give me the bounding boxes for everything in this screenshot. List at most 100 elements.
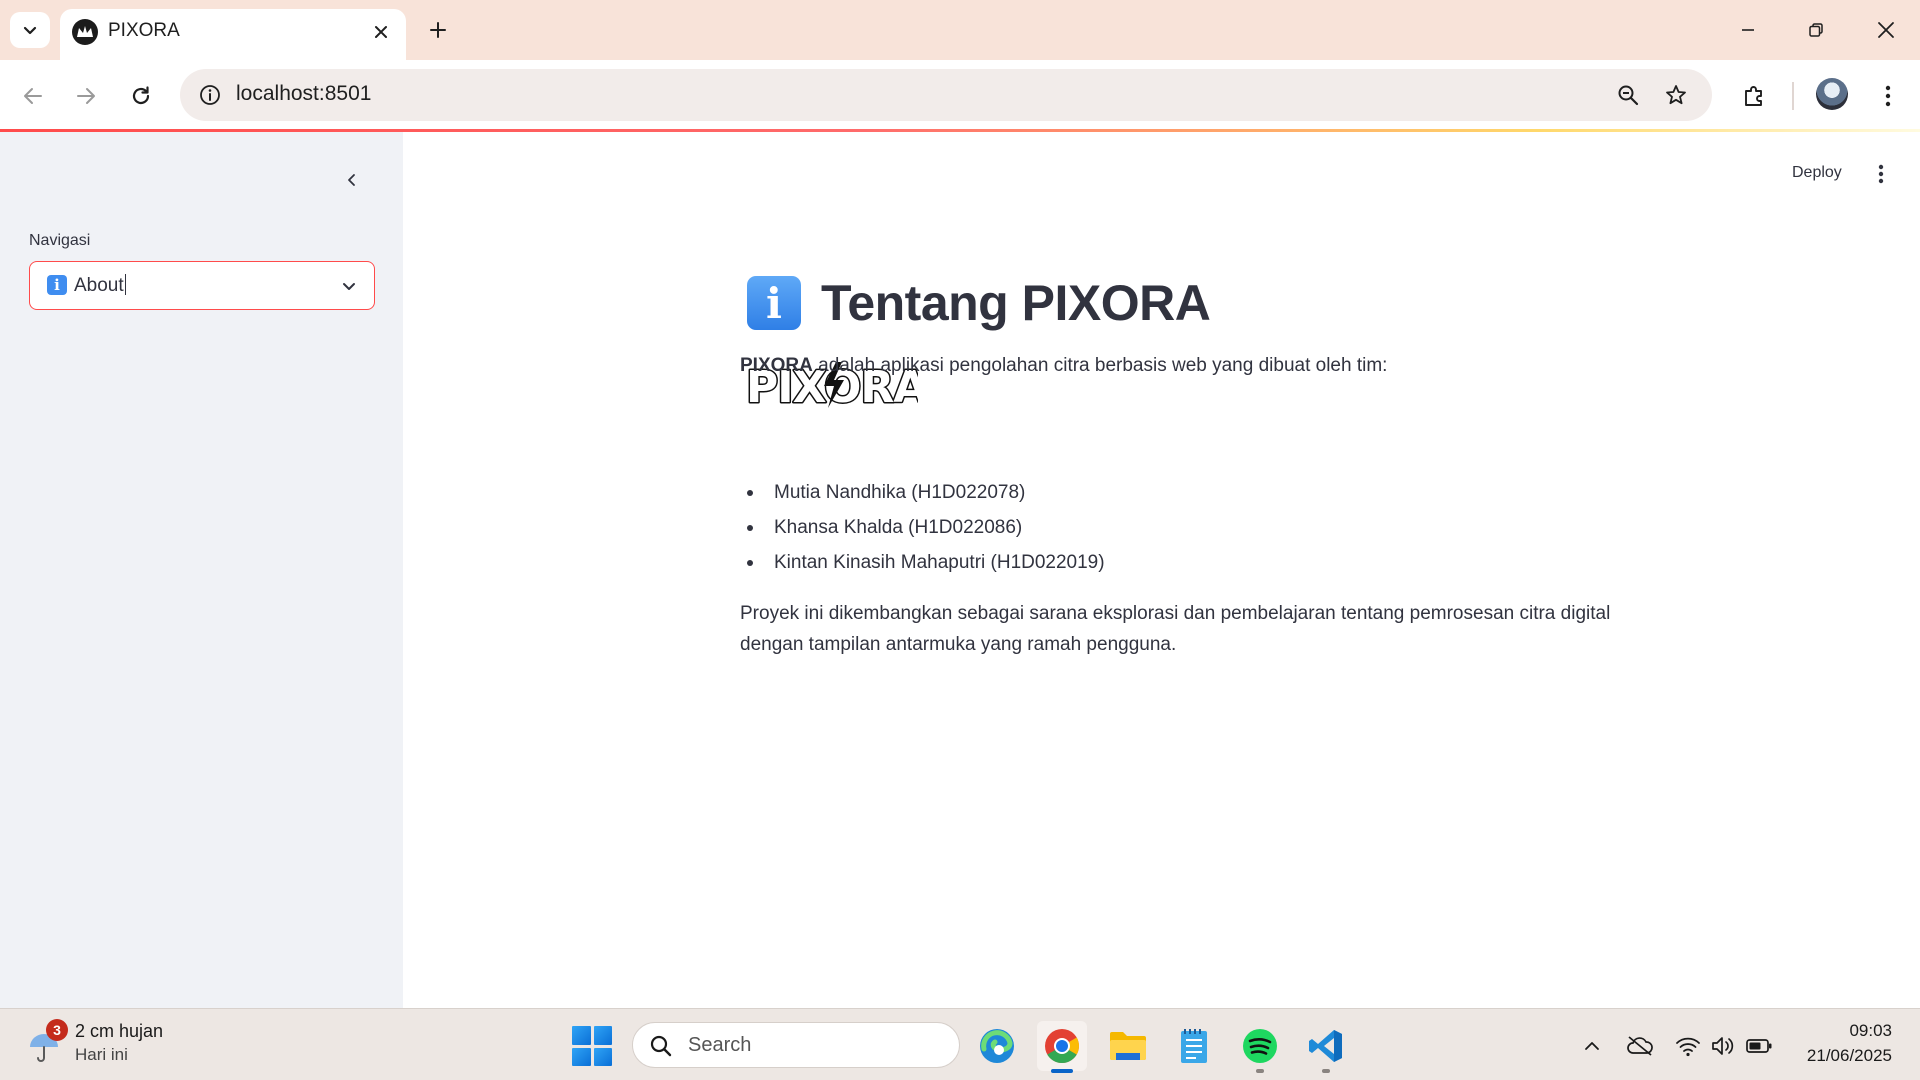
info-emoji-icon: i [747,276,801,330]
list-item: Kintan Kinasih Mahaputri (H1D022019) [740,547,1105,582]
show-hidden-icons-button[interactable] [1578,1033,1606,1059]
minimize-window-button[interactable] [1714,0,1782,60]
wifi-tray-button[interactable] [1674,1033,1702,1059]
running-indicator [1051,1069,1073,1073]
onedrive-tray-button[interactable] [1626,1033,1654,1059]
spotify-app-button[interactable] [1235,1021,1285,1073]
chevron-down-icon [343,283,355,290]
bookmark-button[interactable] [1658,77,1694,113]
windows-logo-tile [572,1047,591,1066]
weather-alert-badge: 3 [46,1019,68,1041]
sidebar: Navigasi i About [0,132,403,1008]
star-icon [1666,85,1686,105]
tab-search-button[interactable] [10,12,50,48]
back-button[interactable] [13,76,53,116]
chrome-app-button[interactable] [1037,1021,1087,1073]
list-item: Khansa Khalda (H1D022086) [740,512,1105,547]
close-icon [375,26,387,38]
windows-logo-tile [572,1026,591,1045]
arrow-right-icon [77,88,95,104]
page-title-row: i Tentang PIXORA [747,272,1211,334]
wifi-icon [1676,1037,1700,1057]
deploy-button[interactable]: Deploy [1792,164,1842,182]
main-content: Deploy i Tentang PIXORA PIXORA PIXORA ad… [403,132,1920,1008]
weather-subtitle: Hari ini [75,1045,128,1064]
profile-avatar[interactable] [1816,78,1848,110]
intro-text: adalah aplikasi pengolahan citra berbasi… [812,355,1388,376]
folder-icon [1110,1032,1146,1060]
streamlit-favicon-icon [72,19,98,45]
taskbar: 3 2 cm hujan Hari ini Search 09:03 21/06… [0,1008,1920,1080]
tab-close-button[interactable] [368,19,394,45]
start-button[interactable] [572,1026,612,1066]
chrome-icon [1045,1029,1079,1063]
closing-line-1: Proyek ini dikembangkan sebagai sarana e… [740,603,1611,624]
select-chevron[interactable] [338,275,360,297]
notepad-icon [1181,1029,1207,1063]
browser-toolbar: localhost:8501 [0,60,1920,131]
tab-title: PIXORA [108,20,180,41]
extensions-button[interactable] [1734,76,1774,116]
vscode-icon [1309,1030,1342,1062]
windows-logo-tile [593,1047,612,1066]
clock-time[interactable]: 09:03 [1820,1021,1892,1041]
closing-paragraph: Proyek ini dikembangkan sebagai sarana e… [740,598,1610,660]
toolbar-separator [1792,82,1794,110]
close-icon [1878,22,1894,38]
plus-icon [430,22,446,38]
collapse-sidebar-button[interactable] [336,164,368,196]
weather-summary: 2 cm hujan [75,1021,164,1041]
vscode-app-button[interactable] [1301,1021,1351,1073]
browser-tab-pixora[interactable]: PIXORA [60,9,406,60]
notepad-app-button[interactable] [1169,1021,1219,1071]
running-indicator [1322,1069,1330,1073]
taskbar-search[interactable]: Search [632,1022,960,1068]
list-item: Mutia Nandhika (H1D022078) [740,477,1105,512]
browser-menu-button[interactable] [1868,76,1908,116]
zoom-button[interactable] [1610,77,1646,113]
close-window-button[interactable] [1852,0,1920,60]
arrow-left-icon [24,88,42,104]
info-circle-icon [200,85,220,105]
search-icon [647,1032,675,1060]
url-text[interactable]: localhost:8501 [236,82,371,106]
main-menu-button[interactable] [1865,158,1897,190]
reload-icon [132,86,150,105]
site-info-button[interactable] [192,77,228,113]
chevron-down-icon [23,26,37,35]
cloud-off-icon [1627,1036,1653,1056]
forward-button[interactable] [66,76,106,116]
more-vertical-icon [1878,164,1884,184]
reload-button[interactable] [121,76,161,116]
text-caret [124,274,127,295]
zoom-out-icon [1618,85,1639,106]
clock-date[interactable]: 21/06/2025 [1792,1046,1892,1066]
page-title: Tentang PIXORA [821,275,1211,331]
restore-icon [1809,23,1823,37]
navigation-label: Navigasi [29,232,91,249]
spotify-icon [1243,1029,1277,1063]
search-placeholder: Search [688,1034,752,1056]
intro-paragraph: PIXORA adalah aplikasi pengolahan citra … [740,350,1387,381]
running-indicator [1256,1069,1264,1073]
battery-tray-button[interactable] [1745,1033,1773,1059]
info-emoji-icon: i [47,275,67,295]
navigation-select-value: About [74,275,124,296]
restore-window-button[interactable] [1782,0,1850,60]
browser-tab-strip: PIXORA [0,0,1920,60]
address-bar[interactable]: localhost:8501 [180,69,1712,121]
navigation-select[interactable]: i About [29,261,375,310]
chevron-up-icon [1585,1042,1599,1050]
more-vertical-icon [1885,85,1891,107]
volume-tray-button[interactable] [1709,1033,1737,1059]
closing-line-2: dengan tampilan antarmuka yang ramah pen… [740,634,1177,655]
edge-icon [980,1029,1014,1063]
chevron-left-icon [348,174,355,186]
speaker-icon [1712,1037,1734,1055]
file-explorer-app-button[interactable] [1103,1021,1153,1071]
edge-app-button[interactable] [972,1021,1022,1071]
windows-logo-tile [593,1026,612,1045]
new-tab-button[interactable] [418,12,458,48]
intro-bold: PIXORA [740,355,813,376]
minimize-icon [1742,29,1754,31]
